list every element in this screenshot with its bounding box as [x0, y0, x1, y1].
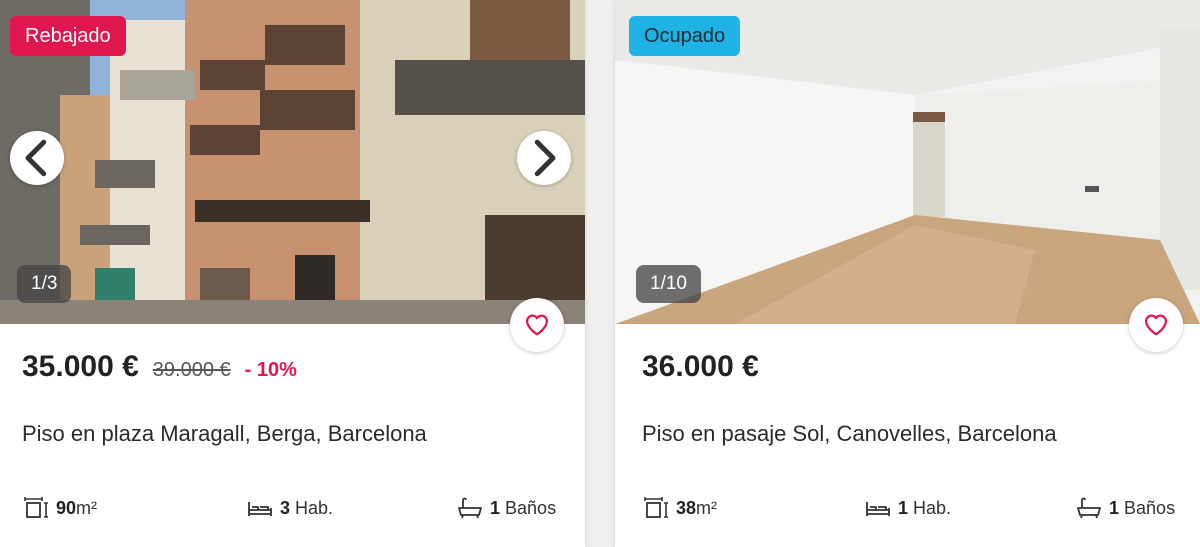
bed-icon	[866, 502, 890, 516]
area-feature: 38m²	[642, 490, 717, 526]
listings-grid: Rebajado 1/3 35.000 € 39.000 € - 10% Pis…	[0, 0, 1200, 547]
rooms-feature: 1 Hab.	[864, 490, 951, 526]
price-row: 35.000 € 39.000 € - 10%	[22, 350, 297, 384]
features-row: 90m² 3 Hab. 1 Baños	[22, 490, 562, 526]
features-row: 38m² 1 Hab. 1 Baños	[642, 490, 1182, 526]
photo-counter: 1/3	[17, 265, 72, 303]
badge-reduced: Rebajado	[10, 16, 126, 56]
listing-photo[interactable]: Rebajado 1/3	[0, 0, 585, 324]
discount-label: - 10%	[244, 359, 297, 381]
price: 35.000 €	[22, 350, 139, 383]
listing-photo[interactable]: Ocupado 1/10	[615, 0, 1200, 324]
listing-title[interactable]: Piso en plaza Maragall, Berga, Barcelona	[22, 421, 427, 447]
chevron-right-icon	[534, 139, 556, 177]
listing-card[interactable]: Ocupado 1/10 36.000 € Piso en pasaje Sol…	[615, 0, 1200, 547]
badge-occupied: Ocupado	[629, 16, 741, 56]
area-feature: 90m²	[22, 490, 97, 526]
baths-feature: 1 Baños	[456, 490, 556, 526]
baths-feature: 1 Baños	[1075, 490, 1175, 526]
previous-photo-button[interactable]	[10, 131, 64, 185]
area-icon	[644, 497, 668, 518]
area-icon	[24, 497, 48, 518]
favorite-button[interactable]	[1129, 298, 1183, 352]
bathtub-icon	[1077, 497, 1101, 519]
bed-icon	[248, 502, 272, 516]
rooms-feature: 3 Hab.	[246, 490, 333, 526]
favorite-button[interactable]	[510, 298, 564, 352]
old-price: 39.000 €	[152, 359, 231, 381]
heart-icon	[525, 314, 549, 336]
next-photo-button[interactable]	[517, 131, 571, 185]
listing-title[interactable]: Piso en pasaje Sol, Canovelles, Barcelon…	[642, 421, 1057, 447]
price: 36.000 €	[642, 350, 759, 383]
listing-card[interactable]: Rebajado 1/3 35.000 € 39.000 € - 10% Pis…	[0, 0, 585, 547]
price-row: 36.000 €	[642, 350, 759, 384]
bathtub-icon	[458, 497, 482, 519]
heart-icon	[1144, 314, 1168, 336]
chevron-left-icon	[25, 139, 47, 177]
photo-counter: 1/10	[636, 265, 701, 303]
